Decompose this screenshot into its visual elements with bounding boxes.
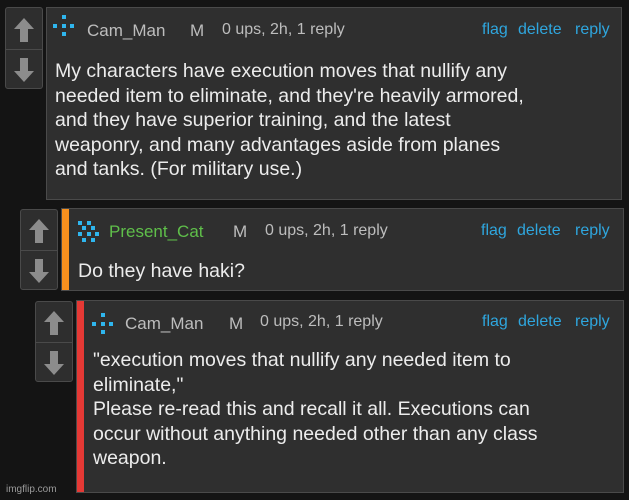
vote-column — [35, 301, 73, 382]
flag-link[interactable]: flag — [482, 313, 508, 331]
upvote-button[interactable] — [36, 304, 72, 341]
comment-body: "execution moves that nullify any needed… — [93, 349, 538, 469]
comment-meta: 0 ups, 2h, 1 reply — [265, 222, 388, 239]
delete-link[interactable]: delete — [518, 313, 562, 331]
vote-divider — [36, 342, 72, 343]
upvote-arrow-icon — [44, 310, 64, 335]
username-link[interactable]: Cam_Man — [87, 21, 165, 41]
rank-badge: M — [229, 314, 244, 333]
upvote-arrow-icon — [14, 17, 34, 42]
downvote-button[interactable] — [6, 51, 42, 88]
upvote-arrow-icon — [29, 218, 49, 243]
reply-link[interactable]: reply — [575, 21, 610, 39]
downvote-arrow-icon — [14, 57, 34, 82]
comment-body: My characters have execution moves that … — [55, 60, 524, 180]
flag-link[interactable]: flag — [481, 222, 507, 240]
username-link[interactable]: Present_Cat — [109, 222, 204, 242]
delete-link[interactable]: delete — [517, 222, 561, 240]
downvote-arrow-icon — [44, 350, 64, 375]
rank-badge: M — [190, 21, 205, 40]
vote-column — [20, 209, 58, 290]
upvote-button[interactable] — [21, 212, 57, 249]
upvote-button[interactable] — [6, 11, 42, 48]
reply-comment: Present_Cat M 0 ups, 2h, 1 reply flag de… — [61, 208, 624, 291]
downvote-arrow-icon — [29, 258, 49, 283]
pixel-avatar-icon — [53, 15, 75, 37]
delete-link[interactable]: delete — [518, 21, 562, 39]
reply-link[interactable]: reply — [575, 313, 610, 331]
vote-column — [5, 7, 43, 89]
reply-comment: Cam_Man M 0 ups, 2h, 1 reply flag delete… — [76, 300, 624, 493]
comment-body: Do they have haki? — [78, 260, 245, 282]
downvote-button[interactable] — [21, 252, 57, 289]
comment-meta: 0 ups, 2h, 1 reply — [222, 21, 345, 38]
comment-meta: 0 ups, 2h, 1 reply — [260, 313, 383, 330]
flag-link[interactable]: flag — [482, 21, 508, 39]
pixel-avatar-icon — [78, 221, 100, 243]
downvote-button[interactable] — [36, 344, 72, 381]
comment: Cam_Man M 0 ups, 2h, 1 reply flag delete… — [46, 7, 622, 200]
vote-divider — [21, 250, 57, 251]
pixel-avatar-icon — [92, 313, 114, 335]
thread-accent-bar — [77, 301, 84, 492]
watermark: imgflip.com — [6, 484, 57, 495]
vote-divider — [6, 49, 42, 50]
thread-accent-bar — [62, 209, 69, 290]
username-link[interactable]: Cam_Man — [125, 314, 203, 334]
reply-link[interactable]: reply — [575, 222, 610, 240]
rank-badge: M — [233, 222, 248, 241]
